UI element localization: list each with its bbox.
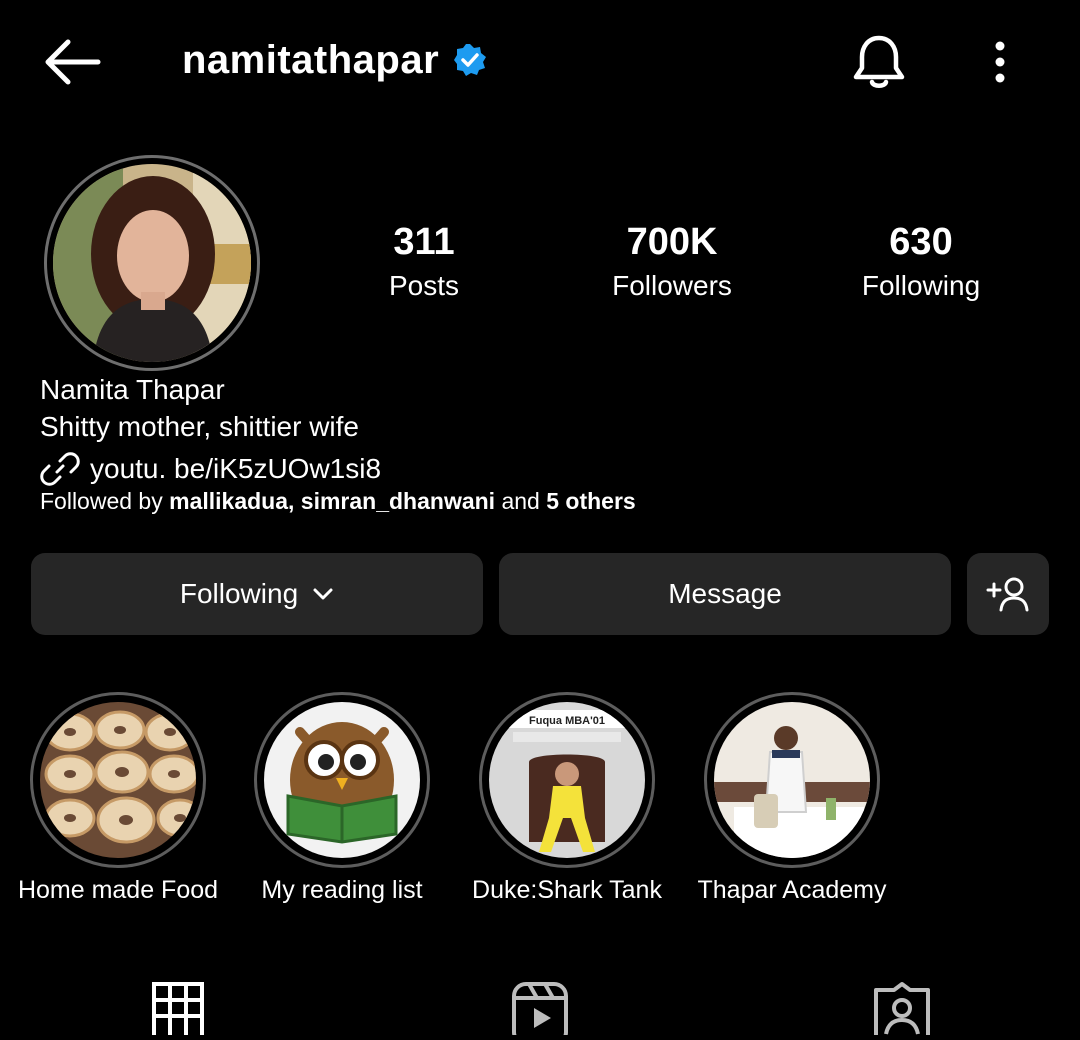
- bio-text: Shitty mother, shittier wife: [40, 411, 360, 442]
- more-vertical-icon: [995, 41, 1005, 83]
- bio-link[interactable]: youtu. be/iK5zUOw1si8: [40, 449, 381, 489]
- highlight-cover: Fuqua MBA'01: [489, 702, 645, 858]
- highlight-thapar-academy[interactable]: Thapar Academy: [677, 692, 907, 905]
- tab-posts-grid[interactable]: [148, 980, 212, 1040]
- message-button[interactable]: Message: [499, 553, 951, 635]
- highlight-ring: [704, 692, 880, 868]
- stat-value: 630: [889, 221, 953, 263]
- followed-by-and: and: [501, 488, 540, 514]
- back-button[interactable]: [40, 36, 104, 88]
- highlight-cover: [40, 702, 196, 858]
- stat-value: 700K: [626, 221, 718, 263]
- avatar[interactable]: [53, 164, 251, 362]
- chevron-down-icon: [313, 588, 333, 600]
- stat-label: Posts: [388, 270, 460, 301]
- back-arrow-icon: [45, 39, 101, 85]
- grid-icon: [152, 982, 204, 1040]
- stat-value: 311: [393, 221, 455, 263]
- bio-link-text: youtu. be/iK5zUOw1si8: [90, 453, 382, 484]
- highlight-cover: [714, 702, 870, 858]
- highlight-cover-text: Fuqua MBA'01: [529, 715, 605, 727]
- profile-header: namitathapar: [182, 34, 487, 86]
- highlight-my-reading-list[interactable]: My reading list: [227, 692, 457, 905]
- verified-badge-icon: [454, 44, 487, 76]
- username: namitathapar: [182, 37, 440, 82]
- stat-label: Following: [861, 270, 981, 301]
- stat-label: Followers: [612, 270, 732, 301]
- highlight-label: Home made Food: [17, 876, 219, 904]
- highlight-ring: Fuqua MBA'01: [479, 692, 655, 868]
- add-user-icon: [986, 577, 1029, 612]
- highlight-home-made-food[interactable]: Home made Food: [3, 692, 233, 905]
- followed-by-user: simran_dhanwani: [300, 488, 496, 514]
- reels-icon: [512, 982, 568, 1040]
- highlight-label: Thapar Academy: [697, 876, 887, 904]
- highlight-label: My reading list: [261, 876, 423, 904]
- tab-reels[interactable]: [509, 980, 573, 1040]
- posts-count[interactable]: 311 Posts: [314, 218, 534, 306]
- highlight-label: Duke:Shark Tank: [472, 876, 662, 904]
- followers-count[interactable]: 700K Followers: [562, 218, 782, 306]
- following-button[interactable]: Following: [31, 553, 483, 635]
- tagged-icon: [874, 982, 930, 1040]
- more-options-button[interactable]: [980, 38, 1020, 86]
- message-button-label: Message: [668, 578, 782, 609]
- highlight-duke-shark-tank[interactable]: Fuqua MBA'01 Duke:Shark Tank: [452, 692, 682, 905]
- suggested-users-button[interactable]: [967, 553, 1049, 635]
- profile-full-name: Namita Thapar: [40, 374, 225, 405]
- link-icon: [40, 452, 80, 486]
- following-button-label: Following: [179, 578, 299, 609]
- followed-by-others: 5 others: [546, 488, 636, 514]
- followed-by[interactable]: Followed by mallikadua, simran_dhanwani …: [40, 488, 636, 515]
- followed-by-prefix: Followed by: [40, 488, 163, 514]
- highlight-ring: [30, 692, 206, 868]
- tab-tagged[interactable]: [870, 980, 934, 1040]
- notifications-button[interactable]: [850, 32, 908, 92]
- highlight-cover: [264, 702, 420, 858]
- followed-by-user: mallikadua,: [169, 488, 295, 514]
- highlight-ring: [254, 692, 430, 868]
- bell-icon: [853, 35, 905, 88]
- following-count[interactable]: 630 Following: [811, 218, 1031, 306]
